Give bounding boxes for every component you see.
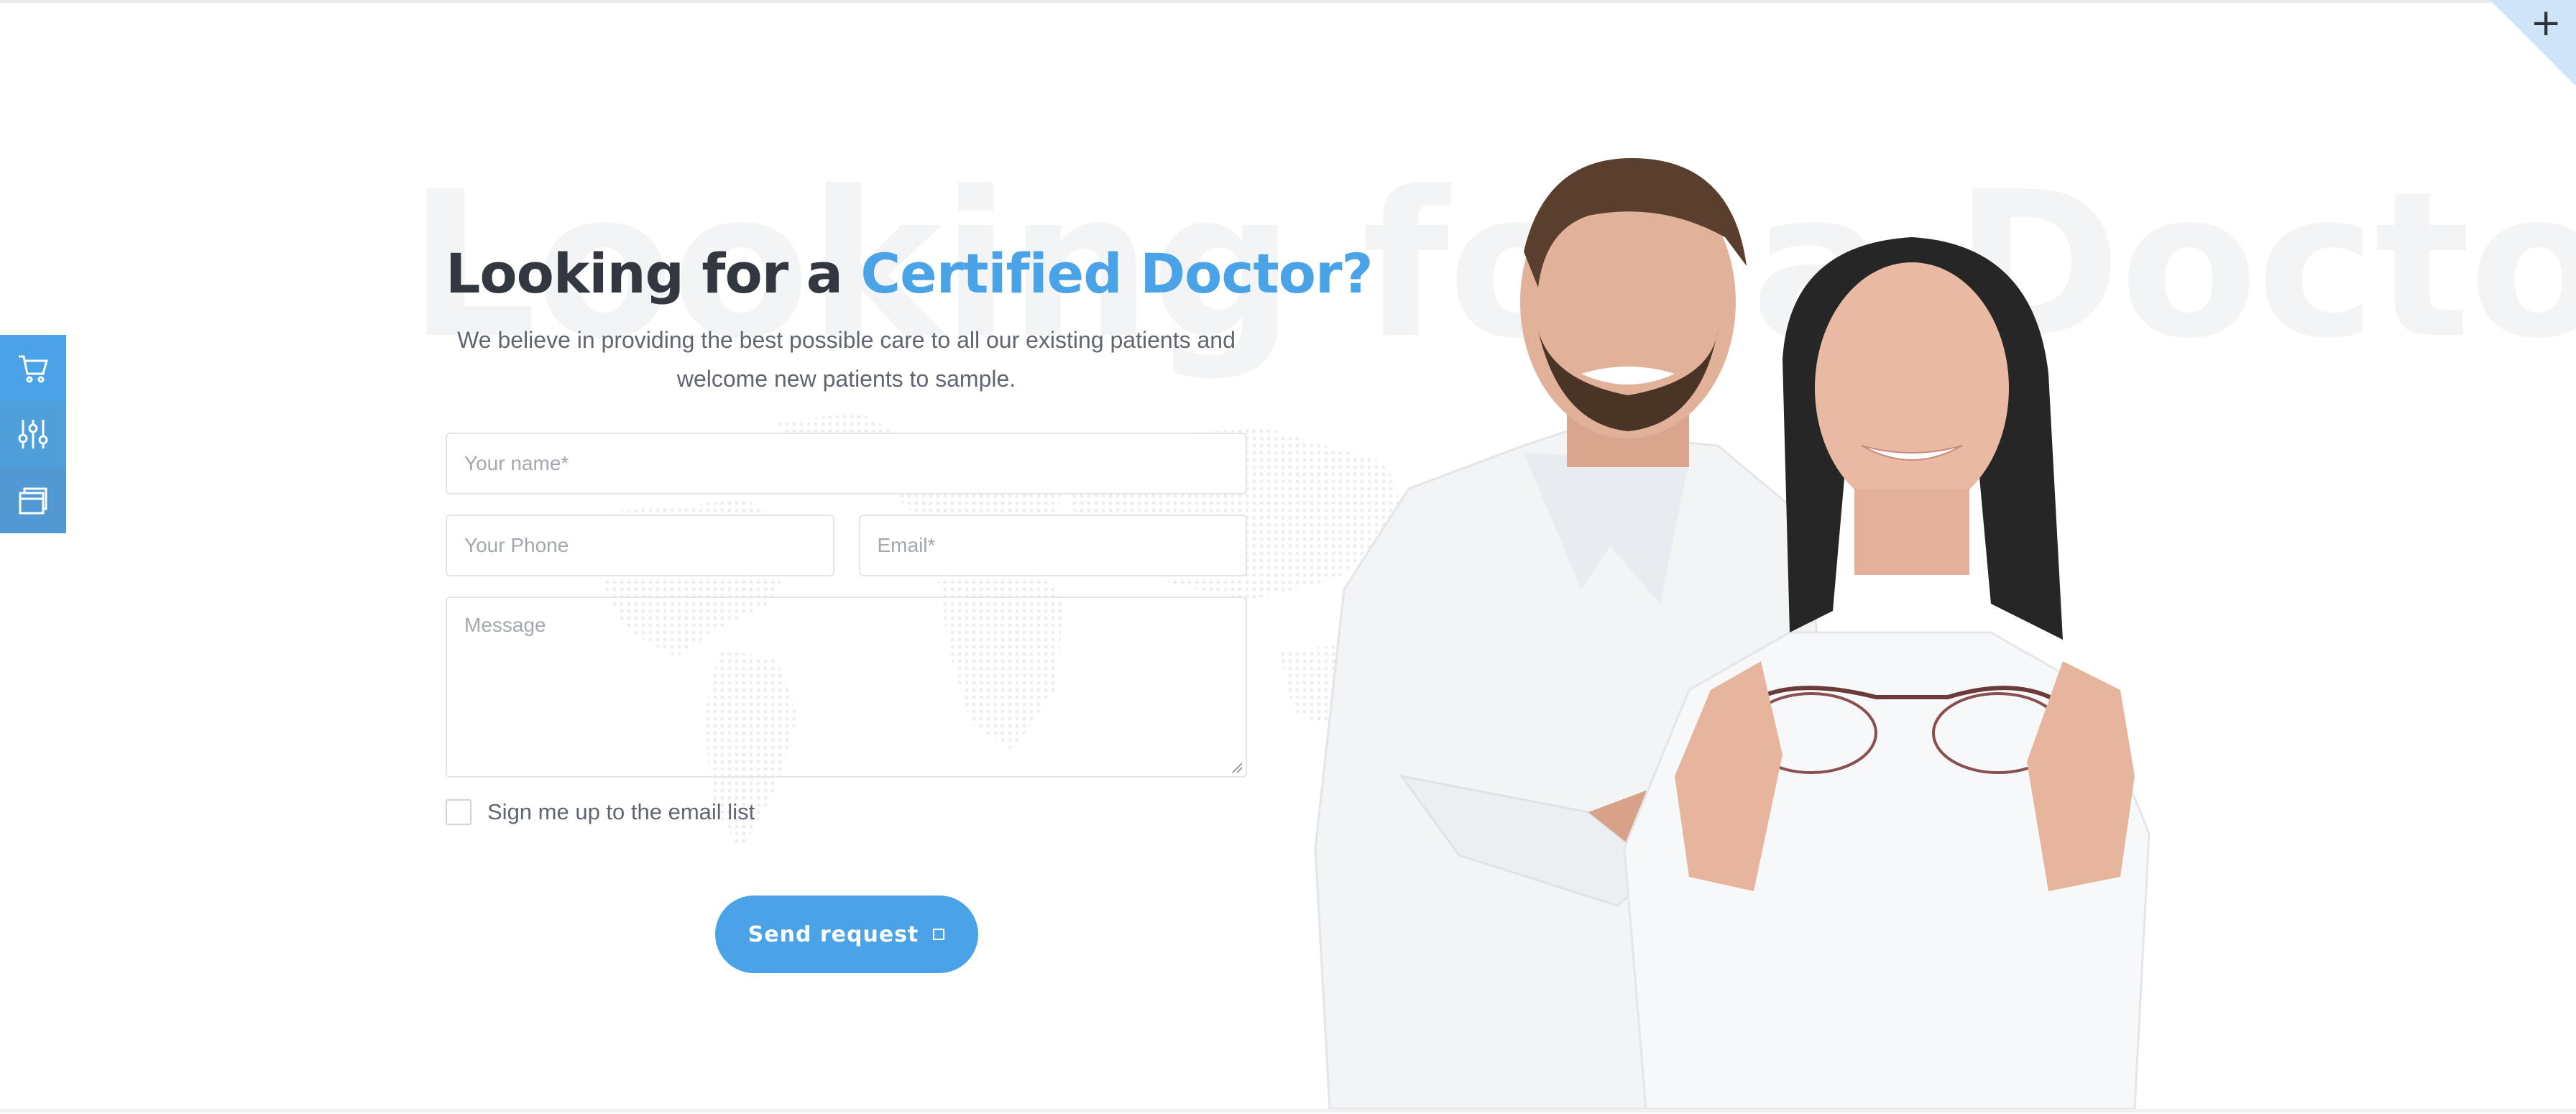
- email-placeholder: Email*: [877, 534, 936, 556]
- send-request-button[interactable]: Send request: [714, 896, 978, 973]
- page: + Looking for a Doctor?: [0, 0, 2576, 1114]
- side-toolbar: [0, 335, 66, 533]
- cart-icon: [19, 355, 48, 383]
- email-input[interactable]: Email*: [858, 515, 1247, 576]
- newsletter-row: Sign me up to the email list: [446, 799, 1247, 825]
- newsletter-label: Sign me up to the email list: [487, 799, 755, 824]
- resize-handle-icon[interactable]: [1230, 760, 1243, 773]
- name-input[interactable]: Your name*: [446, 433, 1247, 494]
- corner-toggle-button[interactable]: +: [2490, 0, 2576, 86]
- phone-placeholder: Your Phone: [464, 534, 569, 556]
- contact-section: Looking for a Certified Doctor? We belie…: [446, 234, 1374, 973]
- square-icon: [933, 929, 945, 940]
- title-accent: Certified Doctor?: [860, 241, 1373, 305]
- title-lead: Looking for a: [446, 241, 861, 305]
- plus-icon: +: [2530, 1, 2562, 45]
- sliders-icon: [18, 420, 48, 448]
- section-subtitle: We believe in providing the best possibl…: [457, 327, 1236, 392]
- name-placeholder: Your name*: [464, 452, 569, 474]
- settings-button[interactable]: [0, 401, 66, 467]
- contact-form: Your name* Your Phone Email* Message Sig…: [446, 433, 1247, 973]
- layouts-button[interactable]: [0, 467, 66, 533]
- message-placeholder: Message: [464, 614, 546, 636]
- page-title: Looking for a Certified Doctor?: [446, 234, 1374, 313]
- send-request-label: Send request: [748, 921, 919, 947]
- top-divider: [0, 0, 2576, 3]
- message-textarea[interactable]: Message: [446, 597, 1247, 778]
- layers-icon: [19, 487, 47, 515]
- cart-button[interactable]: [0, 335, 66, 401]
- newsletter-checkbox[interactable]: [446, 799, 472, 825]
- submit-wrap: Send request: [446, 896, 1247, 973]
- bottom-divider: [0, 1109, 2576, 1113]
- doctors-photo: [1314, 158, 2150, 1109]
- phone-email-row: Your Phone Email*: [446, 515, 1247, 576]
- phone-input[interactable]: Your Phone: [446, 515, 834, 576]
